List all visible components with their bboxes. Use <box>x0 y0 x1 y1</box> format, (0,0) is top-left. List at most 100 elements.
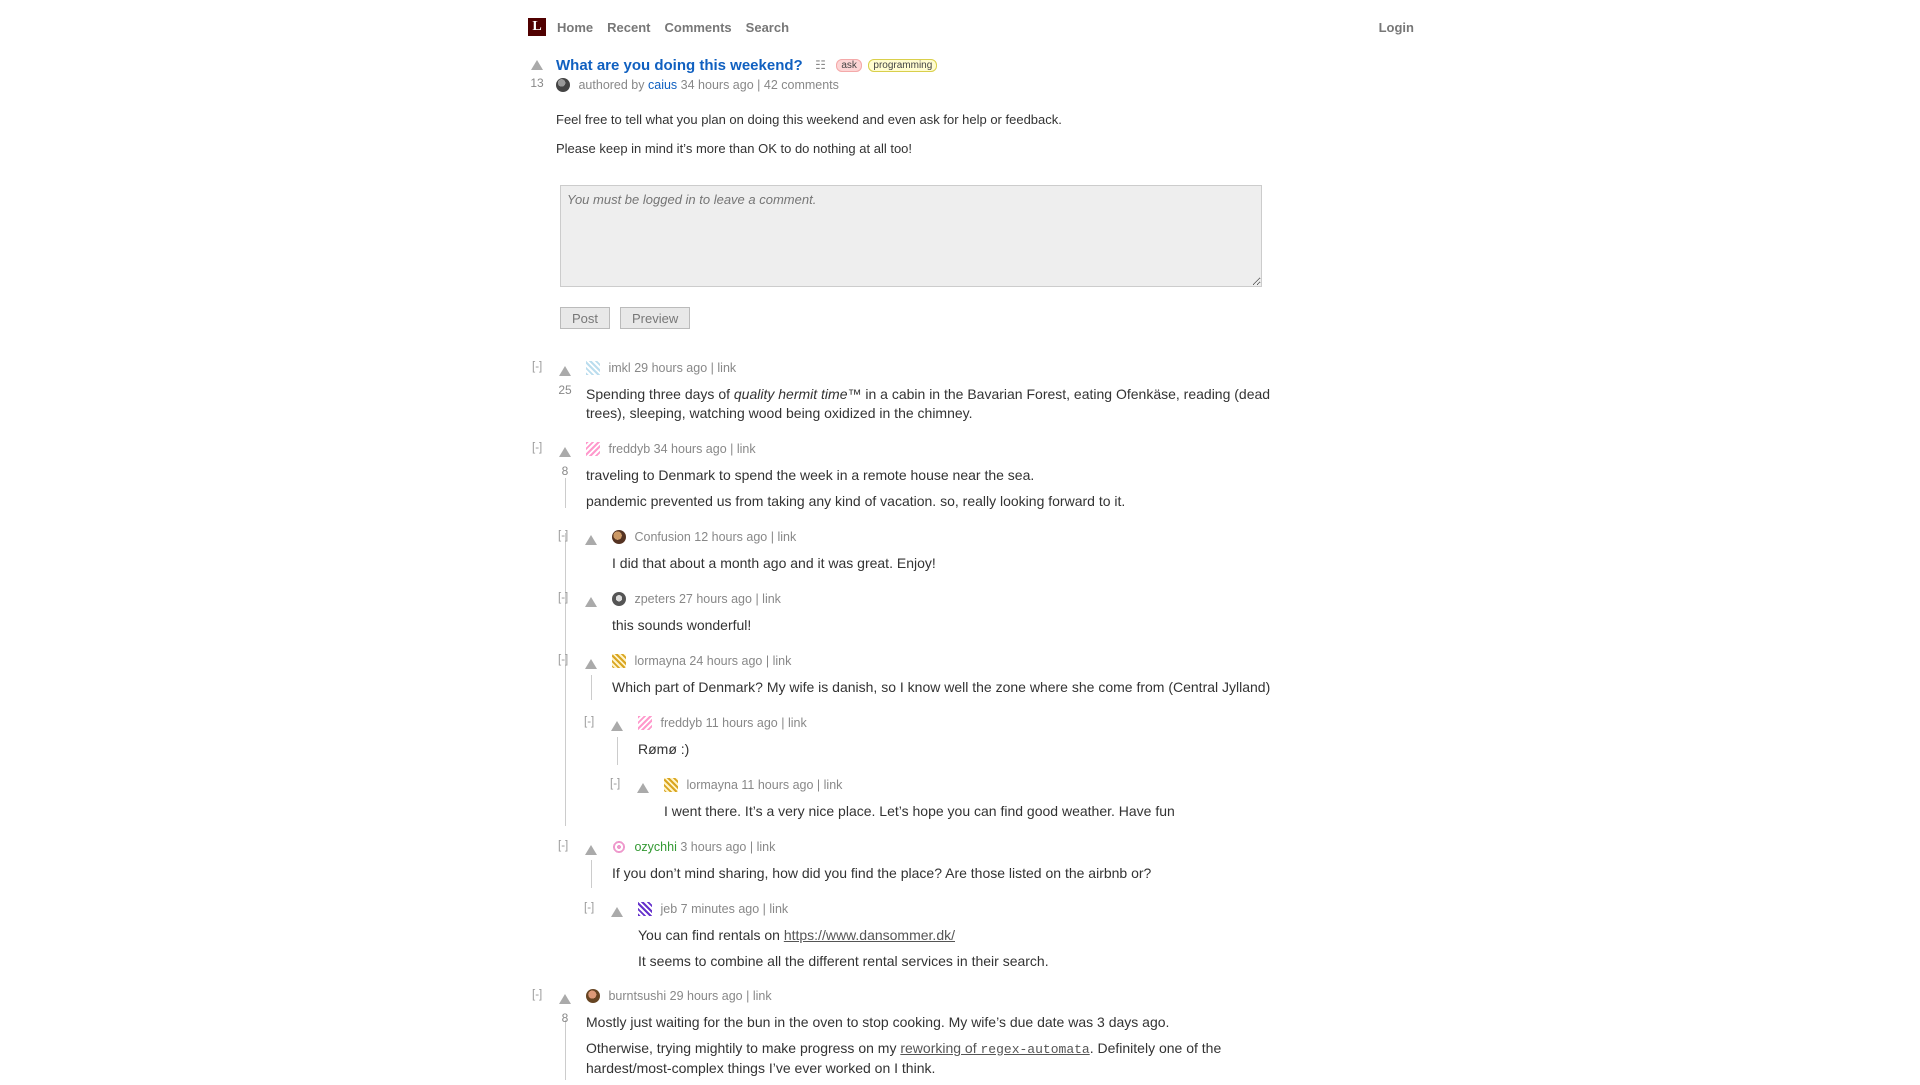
comment-score: 8 <box>561 1011 569 1025</box>
comment-time[interactable]: 12 hours ago <box>694 530 767 544</box>
site-header: L Home Recent Comments Search Login <box>528 18 1414 38</box>
comment-time[interactable]: 27 hours ago <box>679 592 752 606</box>
upvote-arrow-icon[interactable] <box>611 721 623 731</box>
upvote-arrow-icon[interactable] <box>559 366 571 376</box>
comment-vote <box>610 718 624 736</box>
comment-author[interactable]: lormayna <box>686 778 737 792</box>
regex-automata-link[interactable]: reworking of regex-automata <box>900 1040 1089 1057</box>
upvote-arrow-icon[interactable] <box>531 60 543 70</box>
comment-author[interactable]: freddyb <box>660 716 702 730</box>
upvote-arrow-icon[interactable] <box>585 535 597 545</box>
thread-line <box>617 737 618 765</box>
comment-body: I went there. It’s a very nice place. Le… <box>664 802 1175 828</box>
comment-body: Mostly just waiting for the bun in the o… <box>586 1013 1306 1085</box>
comment-link[interactable]: link <box>769 902 788 916</box>
comment-time[interactable]: 24 hours ago <box>689 654 762 668</box>
comment-score: 25 <box>558 383 572 397</box>
upvote-arrow-icon[interactable] <box>585 845 597 855</box>
comment-time[interactable]: 34 hours ago <box>654 442 727 456</box>
rental-link[interactable]: https://www.dansommer.dk/ <box>784 927 955 943</box>
comment-emphasis: quality hermit time <box>733 386 848 402</box>
collapse-toggle[interactable]: [-] <box>532 989 542 1001</box>
comment-vote: 8 <box>558 991 572 1025</box>
nav-search[interactable]: Search <box>746 20 789 35</box>
comment-time[interactable]: 11 hours ago <box>741 778 813 792</box>
comment-link[interactable]: link <box>788 716 807 730</box>
collapse-toggle[interactable]: [-] <box>584 716 594 728</box>
comment-link[interactable]: link <box>757 840 776 854</box>
comment-author[interactable]: lormayna <box>634 654 685 668</box>
comment-author[interactable]: Confusion <box>634 530 690 544</box>
separator: | <box>746 989 750 1003</box>
upvote-arrow-icon[interactable] <box>637 783 649 793</box>
comment-text: . Definitely one of the <box>1089 1040 1222 1056</box>
comment-author[interactable]: freddyb <box>608 442 650 456</box>
comment-time[interactable]: 29 hours ago <box>670 989 743 1003</box>
comment-link[interactable]: link <box>824 778 843 792</box>
collapse-toggle[interactable]: [-] <box>532 361 542 373</box>
nav-recent[interactable]: Recent <box>607 20 650 35</box>
collapse-toggle[interactable]: [-] <box>558 592 568 604</box>
upvote-arrow-icon[interactable] <box>585 659 597 669</box>
comment-link[interactable]: link <box>777 530 796 544</box>
comment-textarea[interactable] <box>560 185 1262 287</box>
comment-time[interactable]: 11 hours ago <box>706 716 778 730</box>
comment-header: Confusion 12 hours ago | link <box>612 530 796 544</box>
comment-vote <box>584 532 598 550</box>
upvote-arrow-icon[interactable] <box>585 597 597 607</box>
comment-time[interactable]: 3 hours ago <box>680 840 746 854</box>
collapse-toggle[interactable]: [-] <box>584 902 594 914</box>
comment-author[interactable]: burntsushi <box>608 989 666 1003</box>
comment-body: You can find rentals on https://www.dans… <box>638 926 1049 978</box>
preview-button[interactable]: Preview <box>620 307 691 329</box>
separator: | <box>710 361 714 375</box>
comment-link[interactable]: link <box>737 442 756 456</box>
comment-vote <box>584 656 598 674</box>
comment-time[interactable]: 29 hours ago <box>634 361 707 375</box>
thread-line <box>565 478 566 508</box>
nav-home[interactable]: Home <box>557 20 593 35</box>
avatar <box>556 78 570 92</box>
collapse-toggle[interactable]: [-] <box>558 840 568 852</box>
tag-programming[interactable]: programming <box>868 59 938 72</box>
collapse-toggle[interactable]: [-] <box>558 654 568 666</box>
comment-author[interactable]: jeb <box>660 902 677 916</box>
main-nav: Home Recent Comments Search <box>557 20 789 35</box>
comment-link[interactable]: link <box>773 654 792 668</box>
separator: | <box>730 442 734 456</box>
list-icon[interactable]: ☷ <box>815 58 826 72</box>
login-link[interactable]: Login <box>1379 20 1414 35</box>
story-author[interactable]: caius <box>648 78 677 92</box>
comment-text: I did that about a month ago and it was … <box>612 555 936 571</box>
comment-text: this sounds wonderful! <box>612 617 752 633</box>
comment-author[interactable]: ozychhi <box>634 840 676 854</box>
collapse-toggle[interactable]: [-] <box>610 778 620 790</box>
comment-link[interactable]: link <box>762 592 781 606</box>
tag-ask[interactable]: ask <box>836 59 862 72</box>
comment-author[interactable]: imkl <box>608 361 630 375</box>
comment-link[interactable]: link <box>717 361 736 375</box>
collapse-toggle[interactable]: [-] <box>532 442 542 454</box>
comment-body: this sounds wonderful! <box>612 616 751 642</box>
story-comments-link[interactable]: 42 comments <box>764 78 839 92</box>
comment-vote: 8 <box>558 444 572 478</box>
story-time[interactable]: 34 hours ago <box>681 78 754 92</box>
collapse-toggle[interactable]: [-] <box>558 530 568 542</box>
comment-time[interactable]: 7 minutes ago <box>681 902 760 916</box>
comment-text: traveling to Denmark to spend the week i… <box>586 467 1035 483</box>
link-text: reworking of <box>900 1040 981 1056</box>
comment-author[interactable]: zpeters <box>634 592 675 606</box>
upvote-arrow-icon[interactable] <box>559 447 571 457</box>
avatar <box>612 592 626 606</box>
separator: | <box>757 78 761 92</box>
upvote-arrow-icon[interactable] <box>559 994 571 1004</box>
story-title[interactable]: What are you doing this weekend? <box>556 57 803 74</box>
avatar <box>586 989 600 1003</box>
post-button[interactable]: Post <box>560 307 611 329</box>
upvote-arrow-icon[interactable] <box>611 907 623 917</box>
comment-body: I did that about a month ago and it was … <box>612 554 936 580</box>
nav-comments[interactable]: Comments <box>664 20 731 35</box>
site-logo[interactable]: L <box>528 18 546 36</box>
separator: | <box>781 716 785 730</box>
comment-link[interactable]: link <box>753 989 772 1003</box>
